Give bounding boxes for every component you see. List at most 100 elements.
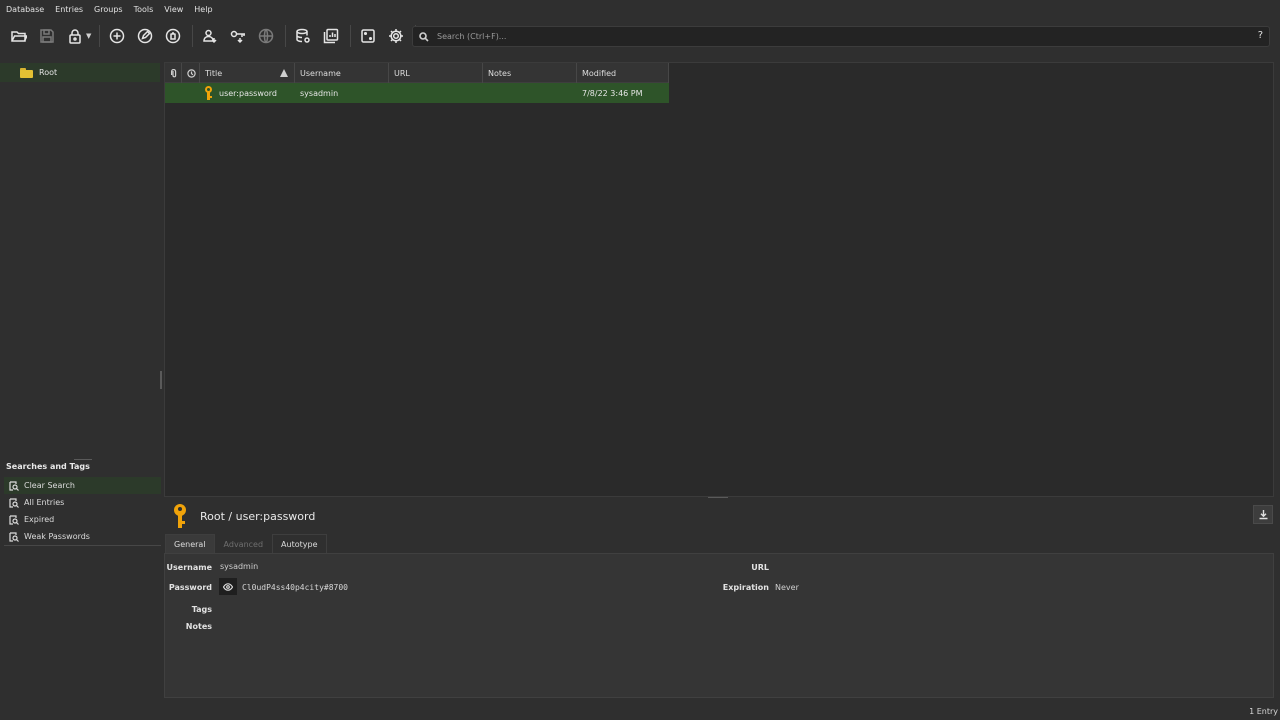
toolbar-separator bbox=[350, 25, 352, 47]
general-tab-panel: Username sysadmin Password Cl0udP4ss40p4… bbox=[164, 553, 1274, 698]
copy-username-button[interactable] bbox=[199, 25, 221, 47]
expiration-label: Expiration bbox=[722, 583, 769, 592]
menu-groups[interactable]: Groups bbox=[94, 5, 123, 14]
search-item-label: Weak Passwords bbox=[24, 532, 90, 541]
column-username[interactable]: Username bbox=[295, 63, 389, 83]
delete-entry-button[interactable] bbox=[162, 25, 184, 47]
url-label: URL bbox=[751, 563, 769, 572]
add-entry-icon bbox=[110, 28, 125, 44]
table-row[interactable]: user:password sysadmin 7/8/22 3:46 PM bbox=[165, 83, 669, 103]
table-header: Title Username URL Notes Modified bbox=[165, 63, 669, 83]
row-title-cell: user:password bbox=[200, 83, 295, 103]
column-title[interactable]: Title bbox=[200, 63, 295, 83]
tags-label: Tags bbox=[191, 605, 212, 614]
key-icon bbox=[204, 85, 213, 101]
settings-button[interactable] bbox=[385, 25, 407, 47]
paperclip-icon bbox=[171, 68, 177, 77]
column-title-label: Title bbox=[205, 68, 223, 78]
password-value[interactable]: Cl0udP4ss40p4city#8700 bbox=[242, 583, 348, 592]
expiration-value: Never bbox=[775, 583, 799, 592]
tab-general[interactable]: General bbox=[165, 534, 215, 553]
row-title: user:password bbox=[219, 88, 277, 98]
open-database-button[interactable] bbox=[8, 25, 30, 47]
tab-advanced[interactable]: Advanced bbox=[214, 534, 273, 553]
menu-bar: Database Entries Groups Tools View Help bbox=[0, 0, 1280, 18]
lock-database-icon bbox=[69, 29, 81, 44]
edit-entry-button[interactable] bbox=[134, 25, 156, 47]
username-value[interactable]: sysadmin bbox=[220, 562, 258, 571]
divider bbox=[4, 545, 161, 546]
detail-splitter-handle[interactable] bbox=[708, 497, 728, 498]
toolbar-separator bbox=[192, 25, 194, 47]
lock-database-button[interactable] bbox=[64, 25, 86, 47]
menu-entries[interactable]: Entries bbox=[55, 5, 83, 14]
open-database-icon bbox=[11, 31, 27, 42]
eye-icon bbox=[223, 582, 233, 591]
search-list-icon bbox=[9, 497, 19, 508]
search-item-label: Expired bbox=[24, 515, 55, 524]
toggle-password-visibility-button[interactable] bbox=[219, 578, 237, 595]
save-database-icon bbox=[40, 29, 54, 43]
copy-url-button[interactable] bbox=[255, 25, 277, 47]
row-username: sysadmin bbox=[300, 88, 339, 98]
row-modified: 7/8/22 3:46 PM bbox=[582, 88, 643, 98]
column-username-label: Username bbox=[300, 68, 341, 78]
column-attachment[interactable] bbox=[165, 63, 182, 83]
copy-password-button[interactable] bbox=[227, 25, 249, 47]
search-help-button[interactable]: ? bbox=[1258, 30, 1263, 41]
tree-item-label: Root bbox=[39, 68, 58, 77]
save-database-button[interactable] bbox=[36, 25, 58, 47]
search-list-icon bbox=[9, 531, 19, 542]
menu-view[interactable]: View bbox=[164, 5, 183, 14]
folder-icon bbox=[20, 67, 33, 78]
reports-button[interactable] bbox=[320, 25, 342, 47]
toolbar-separator bbox=[285, 25, 287, 47]
collapse-preview-button[interactable] bbox=[1253, 505, 1273, 524]
column-notes[interactable]: Notes bbox=[483, 63, 577, 83]
tab-autotype[interactable]: Autotype bbox=[272, 534, 327, 553]
column-modified[interactable]: Modified bbox=[577, 63, 669, 83]
toolbar-separator bbox=[99, 25, 101, 47]
menu-tools[interactable]: Tools bbox=[134, 5, 154, 14]
search-list-icon bbox=[9, 514, 19, 525]
search-input[interactable] bbox=[437, 32, 1237, 41]
search-item-weak-passwords[interactable]: Weak Passwords bbox=[4, 528, 161, 545]
column-url[interactable]: URL bbox=[389, 63, 483, 83]
search-item-label: Clear Search bbox=[24, 481, 75, 490]
search-item-all-entries[interactable]: All Entries bbox=[4, 494, 161, 511]
entry-preview-header: Root / user:password bbox=[164, 500, 1274, 532]
download-icon bbox=[1259, 510, 1267, 520]
search-item-label: All Entries bbox=[24, 498, 65, 507]
search-item-expired[interactable]: Expired bbox=[4, 511, 161, 528]
left-splitter-handle[interactable] bbox=[74, 459, 92, 460]
column-expires[interactable] bbox=[182, 63, 200, 83]
group-tree: Root bbox=[0, 62, 162, 460]
entry-path-title: Root / user:password bbox=[200, 509, 316, 523]
detail-tabs: General Advanced Autotype bbox=[165, 534, 327, 553]
gear-icon bbox=[389, 29, 404, 43]
column-modified-label: Modified bbox=[582, 68, 617, 78]
clock-icon bbox=[187, 68, 196, 78]
tree-item-root[interactable]: Root bbox=[0, 63, 160, 82]
database-settings-button[interactable] bbox=[292, 25, 314, 47]
password-generator-icon bbox=[361, 29, 376, 43]
row-url bbox=[389, 83, 483, 103]
search-box: ? bbox=[412, 26, 1270, 47]
menu-help[interactable]: Help bbox=[194, 5, 212, 14]
password-label: Password bbox=[168, 583, 212, 592]
search-list-icon bbox=[9, 480, 19, 491]
lock-dropdown-arrow-icon[interactable]: ▼ bbox=[86, 32, 91, 40]
add-entry-button[interactable] bbox=[106, 25, 128, 47]
copy-password-icon bbox=[231, 30, 246, 44]
search-item-clear-search[interactable]: Clear Search bbox=[4, 477, 161, 494]
copy-url-icon bbox=[259, 28, 274, 44]
password-generator-button[interactable] bbox=[357, 25, 379, 47]
toolbar: ▼ ? bbox=[0, 18, 1280, 54]
searches-list: Clear Search All Entries Expired Weak Pa… bbox=[4, 477, 161, 546]
reports-icon bbox=[324, 28, 339, 44]
row-flags bbox=[165, 83, 200, 103]
menu-database[interactable]: Database bbox=[6, 5, 44, 14]
sort-ascending-icon bbox=[280, 69, 288, 77]
vertical-splitter-handle[interactable] bbox=[160, 371, 162, 389]
status-bar-entry-count: 1 Entry bbox=[1249, 707, 1278, 716]
